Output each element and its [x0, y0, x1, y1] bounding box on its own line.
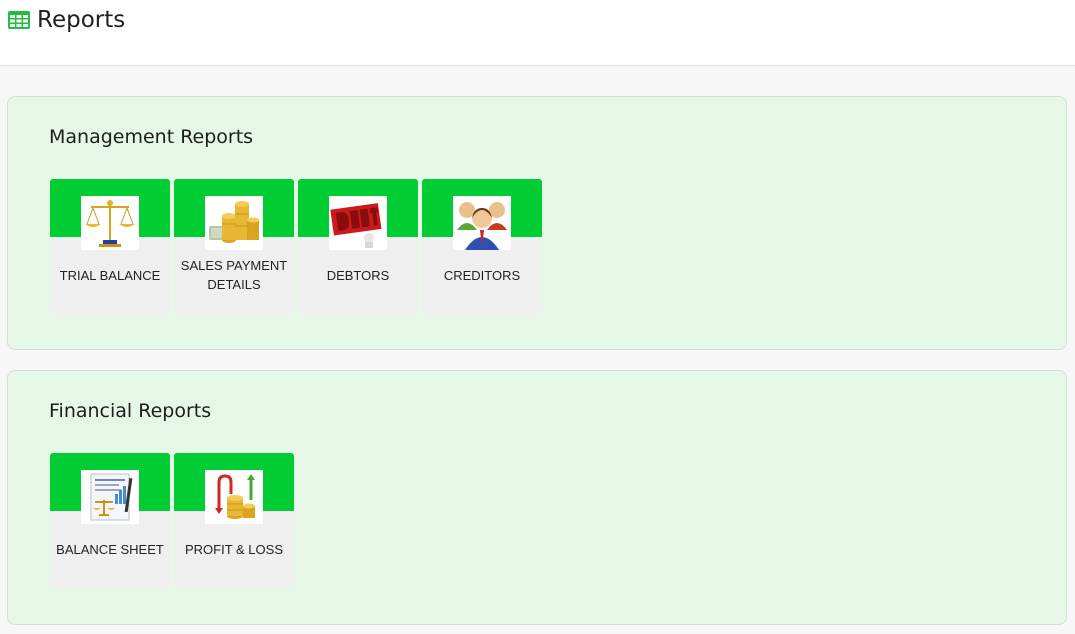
debt-icon: [329, 196, 387, 250]
table-icon: [7, 10, 31, 30]
profit-loss-tile[interactable]: PROFIT & LOSS: [174, 453, 294, 588]
section-heading: Management Reports: [49, 126, 254, 148]
tile-label: PROFIT & LOSS: [184, 541, 283, 557]
sales-payment-details-tile[interactable]: SALES PAYMENT DETAILS: [174, 179, 294, 314]
section-heading: Financial Reports: [49, 400, 212, 422]
scales-icon: [81, 196, 139, 250]
management-reports-panel: Management Reports TRIAL BALANCE SALES P…: [7, 96, 1067, 350]
balance-sheet-icon: [81, 470, 139, 524]
tile-label: CREDITORS: [443, 267, 521, 283]
report-tiles: BALANCE SHEET PROFIT & LOSS: [50, 453, 294, 588]
tile-label: TRIAL BALANCE: [59, 267, 161, 283]
people-icon: [453, 196, 511, 250]
page-title-text: Reports: [37, 7, 126, 33]
debtors-tile[interactable]: DEBTORS: [298, 179, 418, 314]
top-bar: Reports: [0, 0, 1075, 66]
financial-reports-panel: Financial Reports BALANCE SHEET PROFIT &…: [7, 370, 1067, 625]
coins-icon: [205, 196, 263, 250]
report-tiles: TRIAL BALANCE SALES PAYMENT DETAILS DEBT…: [50, 179, 542, 314]
trial-balance-tile[interactable]: TRIAL BALANCE: [50, 179, 170, 314]
tile-label: BALANCE SHEET: [56, 541, 164, 557]
creditors-tile[interactable]: CREDITORS: [422, 179, 542, 314]
page-title: Reports: [7, 7, 125, 33]
tile-label: SALES PAYMENT DETAILS: [180, 258, 288, 292]
tile-label: DEBTORS: [326, 267, 390, 283]
profit-loss-icon: [205, 470, 263, 524]
balance-sheet-tile[interactable]: BALANCE SHEET: [50, 453, 170, 588]
